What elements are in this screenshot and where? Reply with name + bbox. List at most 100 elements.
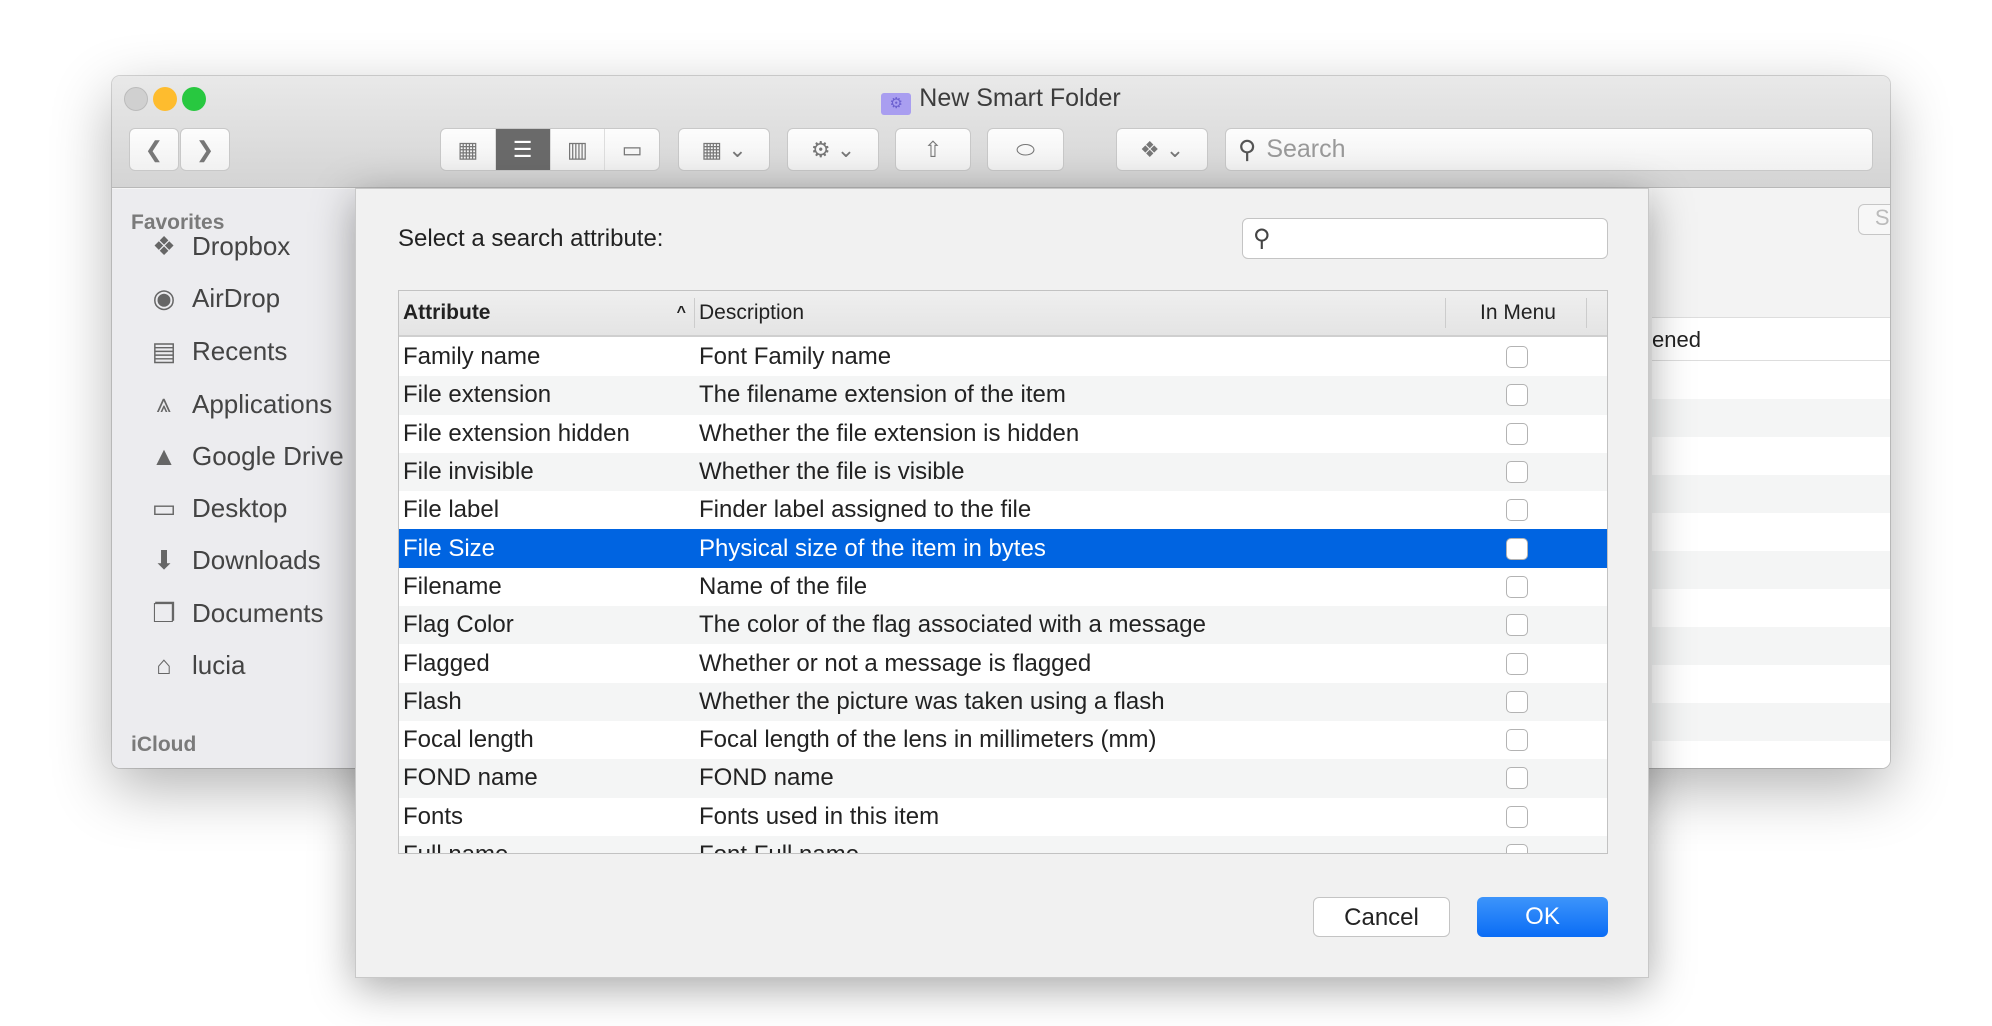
desktop-icon: ▭ [151, 493, 177, 523]
attribute-cell: Family name [403, 343, 541, 371]
column-description[interactable]: Description [695, 298, 1446, 328]
attribute-cell: Flag Color [403, 611, 514, 639]
in-menu-cell [1446, 422, 1587, 445]
sidebar-item-label: AirDrop [192, 283, 281, 314]
in-menu-checkbox[interactable] [1505, 844, 1528, 853]
column-header[interactable]: ened [1652, 317, 1890, 361]
table-row[interactable]: FOND name FOND name [399, 759, 1607, 798]
sidebar-item-recents[interactable]: ▤ Recents [146, 335, 288, 367]
in-menu-cell [1446, 690, 1587, 713]
sidebar-item-desktop[interactable]: ▭ Desktop [146, 493, 288, 524]
in-menu-checkbox[interactable] [1505, 805, 1528, 828]
attribute-cell: Filename [403, 572, 502, 600]
table-row[interactable]: Filename Name of the file [399, 568, 1607, 606]
in-menu-checkbox[interactable] [1505, 384, 1528, 407]
table-row[interactable]: Flash Whether the picture was taken using… [399, 682, 1607, 721]
in-menu-checkbox[interactable] [1505, 575, 1528, 598]
share-button[interactable]: ⇧ [895, 128, 971, 171]
in-menu-checkbox[interactable] [1505, 537, 1528, 560]
ok-button[interactable]: OK [1477, 897, 1608, 937]
in-menu-cell [1446, 499, 1587, 522]
save-button[interactable]: Save [1858, 204, 1890, 235]
tags-button[interactable]: ⬭ [987, 128, 1064, 171]
description-cell: The color of the flag associated with a … [699, 611, 1206, 639]
table-row[interactable]: File extension The filename extension of … [399, 376, 1607, 415]
home-icon: ⌂ [156, 650, 172, 681]
column-header-label: ened [1652, 327, 1701, 352]
smart-folder-panel: Save − − + ened [1652, 189, 1890, 768]
attribute-cell: File extension [403, 381, 552, 409]
sidebar-item-applications[interactable]: ⩓ Applications [146, 388, 333, 420]
sidebar-item-downloads[interactable]: ⬇ Downloads [146, 545, 321, 576]
column-view-button[interactable]: ▥ [551, 129, 606, 170]
in-menu-cell [1446, 614, 1587, 637]
attribute-cell: File Size [403, 534, 496, 562]
description-cell: Name of the file [699, 572, 868, 600]
window-title: ⚙ New Smart Folder [112, 84, 1890, 115]
table-row[interactable]: File Size Physical size of the item in by… [399, 529, 1607, 568]
attribute-cell: Flash [403, 687, 462, 715]
cancel-button[interactable]: Cancel [1313, 897, 1450, 937]
attribute-cell: Flagged [403, 649, 490, 677]
table-row[interactable]: Fonts Fonts used in this item [399, 798, 1607, 836]
description-cell: Physical size of the item in bytes [699, 534, 1046, 562]
sidebar-item-airdrop[interactable]: ◉ AirDrop [146, 283, 280, 314]
toolbar: ⚙ New Smart Folder ❮ ❯ ▦ ☰ ▥ ▭ ▦ ⌄ ⚙ ⌄ ⇧ … [112, 76, 1890, 188]
in-menu-cell [1446, 844, 1587, 853]
sidebar-item-label: Dropbox [192, 231, 291, 261]
description-cell: Focal length of the lens in millimeters … [699, 726, 1157, 754]
column-attribute[interactable]: Attribute ^ [399, 298, 695, 328]
sidebar-item-documents[interactable]: ❐ Documents [146, 597, 323, 629]
attribute-cell: Fonts [403, 802, 464, 830]
table-row[interactable]: Flag Color The color of the flag associat… [399, 606, 1607, 645]
in-menu-checkbox[interactable] [1505, 461, 1528, 484]
group-by-button[interactable]: ▦ ⌄ [678, 128, 770, 171]
in-menu-checkbox[interactable] [1505, 614, 1528, 637]
table-row[interactable]: Full nameFont Full name [399, 835, 1607, 853]
back-button[interactable]: ❮ [129, 128, 179, 171]
in-menu-checkbox[interactable] [1505, 652, 1528, 675]
in-menu-cell [1446, 729, 1587, 752]
table-row[interactable]: Focal length Focal length of the lens in … [399, 721, 1607, 759]
search-placeholder: Search [1266, 135, 1346, 163]
attribute-cell: File invisible [403, 458, 534, 486]
table-row[interactable]: File label Finder label assigned to the f… [399, 491, 1607, 529]
table-row[interactable]: File invisible Whether the file is visibl… [399, 452, 1607, 492]
in-menu-checkbox[interactable] [1505, 422, 1528, 445]
attribute-cell: FOND name [403, 764, 538, 792]
sidebar-item-lucia[interactable]: ⌂ lucia [146, 650, 245, 681]
in-menu-checkbox[interactable] [1505, 499, 1528, 522]
documents-icon: ❐ [152, 597, 176, 628]
in-menu-checkbox[interactable] [1505, 729, 1528, 752]
column-description-label: Description [699, 301, 805, 324]
forward-button[interactable]: ❯ [180, 128, 230, 171]
icon-view-button[interactable]: ▦ [441, 129, 496, 170]
in-menu-cell [1446, 346, 1587, 369]
in-menu-checkbox[interactable] [1505, 767, 1528, 790]
recents-icon: ▤ [151, 335, 177, 366]
icloud-heading: iCloud [131, 733, 197, 756]
list-view-button[interactable]: ☰ [495, 129, 551, 170]
description-cell: The filename extension of the item [699, 381, 1066, 409]
sidebar-item-dropbox[interactable]: ❖ Dropbox [146, 231, 290, 262]
search-field[interactable]: ⚲ Search [1225, 128, 1873, 171]
dropbox-menu-button[interactable]: ❖ ⌄ [1116, 128, 1208, 171]
table-row[interactable]: File extension hidden Whether the file ex… [399, 415, 1607, 453]
column-attribute-label: Attribute [403, 301, 491, 324]
table-row[interactable]: Flagged Whether or not a message is flagg… [399, 644, 1607, 682]
column-in-menu[interactable]: In Menu [1446, 298, 1587, 328]
attribute-search-field[interactable]: ⚲ [1242, 218, 1608, 259]
sidebar-item-label: lucia [192, 650, 246, 681]
sidebar-item-google-drive[interactable]: ▲ Google Drive [146, 441, 344, 472]
sidebar-item-label: Google Drive [192, 440, 344, 471]
airdrop-icon: ◉ [152, 283, 176, 314]
description-cell: Font Family name [699, 343, 892, 371]
in-menu-checkbox[interactable] [1505, 346, 1528, 369]
google-drive-icon: ▲ [151, 440, 177, 471]
applications-icon: ⩓ [156, 388, 172, 419]
action-gear-button[interactable]: ⚙ ⌄ [787, 128, 879, 171]
in-menu-checkbox[interactable] [1505, 690, 1528, 713]
table-row[interactable]: Family name Font Family name [399, 338, 1607, 376]
window-title-text: New Smart Folder [919, 84, 1121, 112]
gallery-view-button[interactable]: ▭ [605, 129, 659, 170]
